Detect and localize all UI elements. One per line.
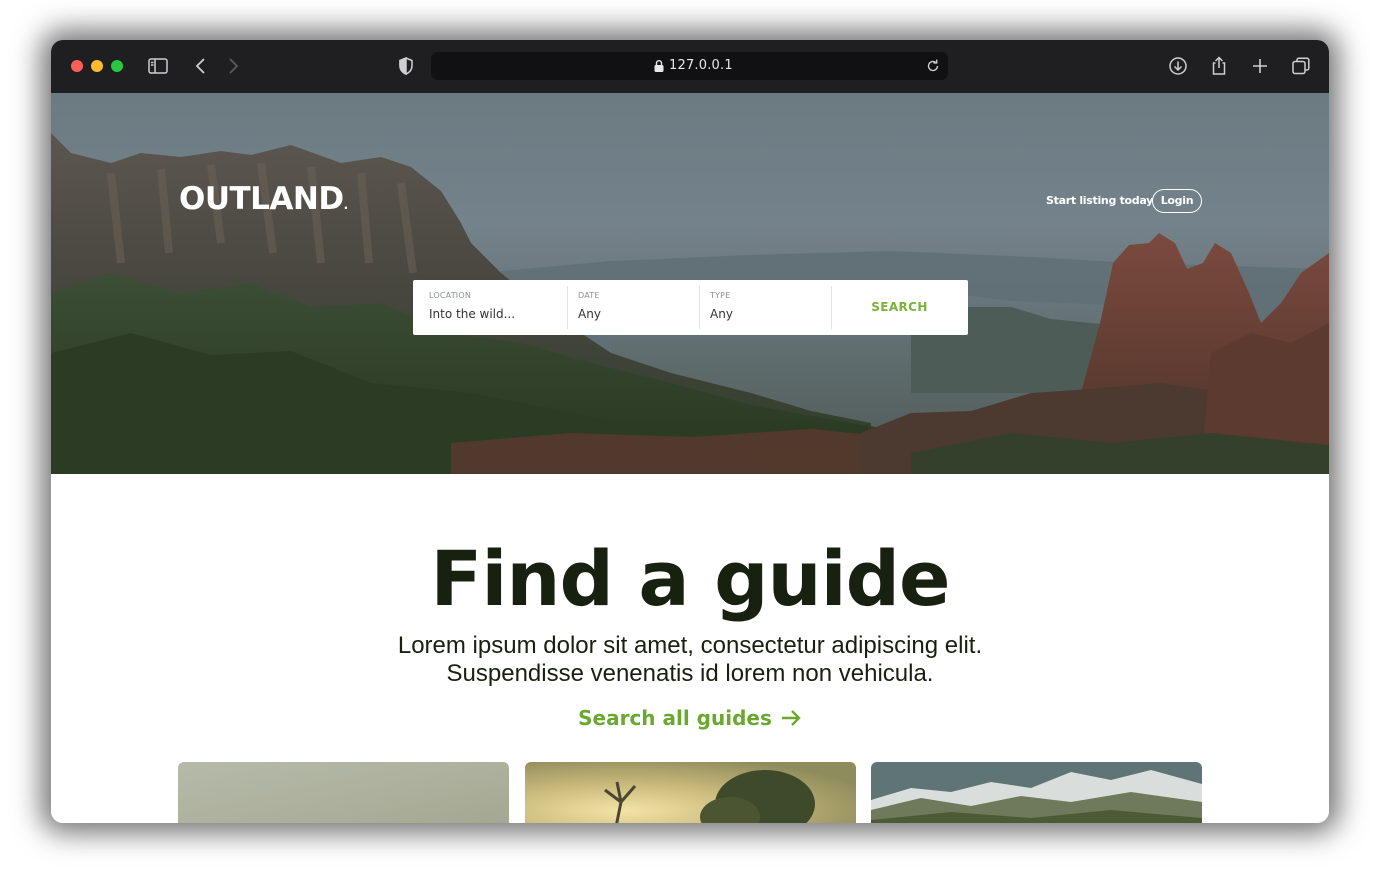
sidebar-toggle-icon[interactable] (146, 54, 170, 78)
reload-icon[interactable] (924, 57, 942, 75)
privacy-shield-icon[interactable] (394, 54, 418, 78)
search-divider (699, 286, 700, 329)
close-window-button[interactable] (71, 60, 83, 72)
date-field[interactable]: DATE Any (578, 286, 693, 329)
hero-banner: OUTLAND. Start listing today Login LOCAT… (51, 93, 1329, 474)
subtitle-line-1: Lorem ipsum dolor sit amet, consectetur … (397, 632, 983, 659)
type-field[interactable]: TYPE Any (710, 286, 825, 329)
guide-card-image[interactable] (525, 762, 856, 823)
tab-overview-icon[interactable] (1289, 54, 1313, 78)
guide-card-image[interactable] (178, 762, 509, 823)
forward-icon[interactable] (221, 54, 245, 78)
minimize-window-button[interactable] (91, 60, 103, 72)
browser-toolbar: 127.0.0.1 (51, 40, 1329, 93)
search-all-guides-link[interactable]: Search all guides (51, 706, 1329, 730)
date-label: DATE (578, 291, 600, 300)
lock-icon (654, 60, 664, 72)
maximize-window-button[interactable] (111, 60, 123, 72)
guide-card-image[interactable] (871, 762, 1202, 823)
new-tab-icon[interactable] (1248, 54, 1272, 78)
main-content: Find a guide Lorem ipsum dolor sit amet,… (51, 474, 1329, 823)
page-subtitle: Lorem ipsum dolor sit amet, consectetur … (51, 632, 1329, 688)
type-select[interactable]: Any (710, 307, 733, 321)
location-input[interactable]: Into the wild... (429, 307, 515, 321)
logo-text: OUTLAND (179, 181, 344, 217)
site-logo[interactable]: OUTLAND. (179, 181, 348, 217)
back-icon[interactable] (189, 54, 213, 78)
start-listing-link[interactable]: Start listing today (1046, 194, 1153, 207)
search-all-guides-label: Search all guides (578, 706, 772, 730)
location-field[interactable]: LOCATION Into the wild... (429, 286, 564, 329)
search-bar: LOCATION Into the wild... DATE Any TYPE … (413, 280, 968, 335)
address-bar[interactable]: 127.0.0.1 (431, 52, 948, 80)
search-divider (567, 286, 568, 329)
url-text: 127.0.0.1 (669, 58, 733, 73)
browser-window: 127.0.0.1 OUTLAND. Start listing today L… (51, 40, 1329, 823)
share-icon[interactable] (1207, 54, 1231, 78)
search-button[interactable]: SEARCH (831, 280, 968, 335)
type-label: TYPE (710, 291, 731, 300)
login-button[interactable]: Login (1152, 189, 1202, 213)
downloads-icon[interactable] (1166, 54, 1190, 78)
logo-mark: . (343, 198, 349, 212)
date-select[interactable]: Any (578, 307, 601, 321)
subtitle-line-2: Suspendisse venenatis id lorem non vehic… (446, 660, 934, 687)
arrow-right-icon (781, 710, 801, 726)
page-title: Find a guide (430, 534, 950, 623)
location-label: LOCATION (429, 291, 472, 300)
